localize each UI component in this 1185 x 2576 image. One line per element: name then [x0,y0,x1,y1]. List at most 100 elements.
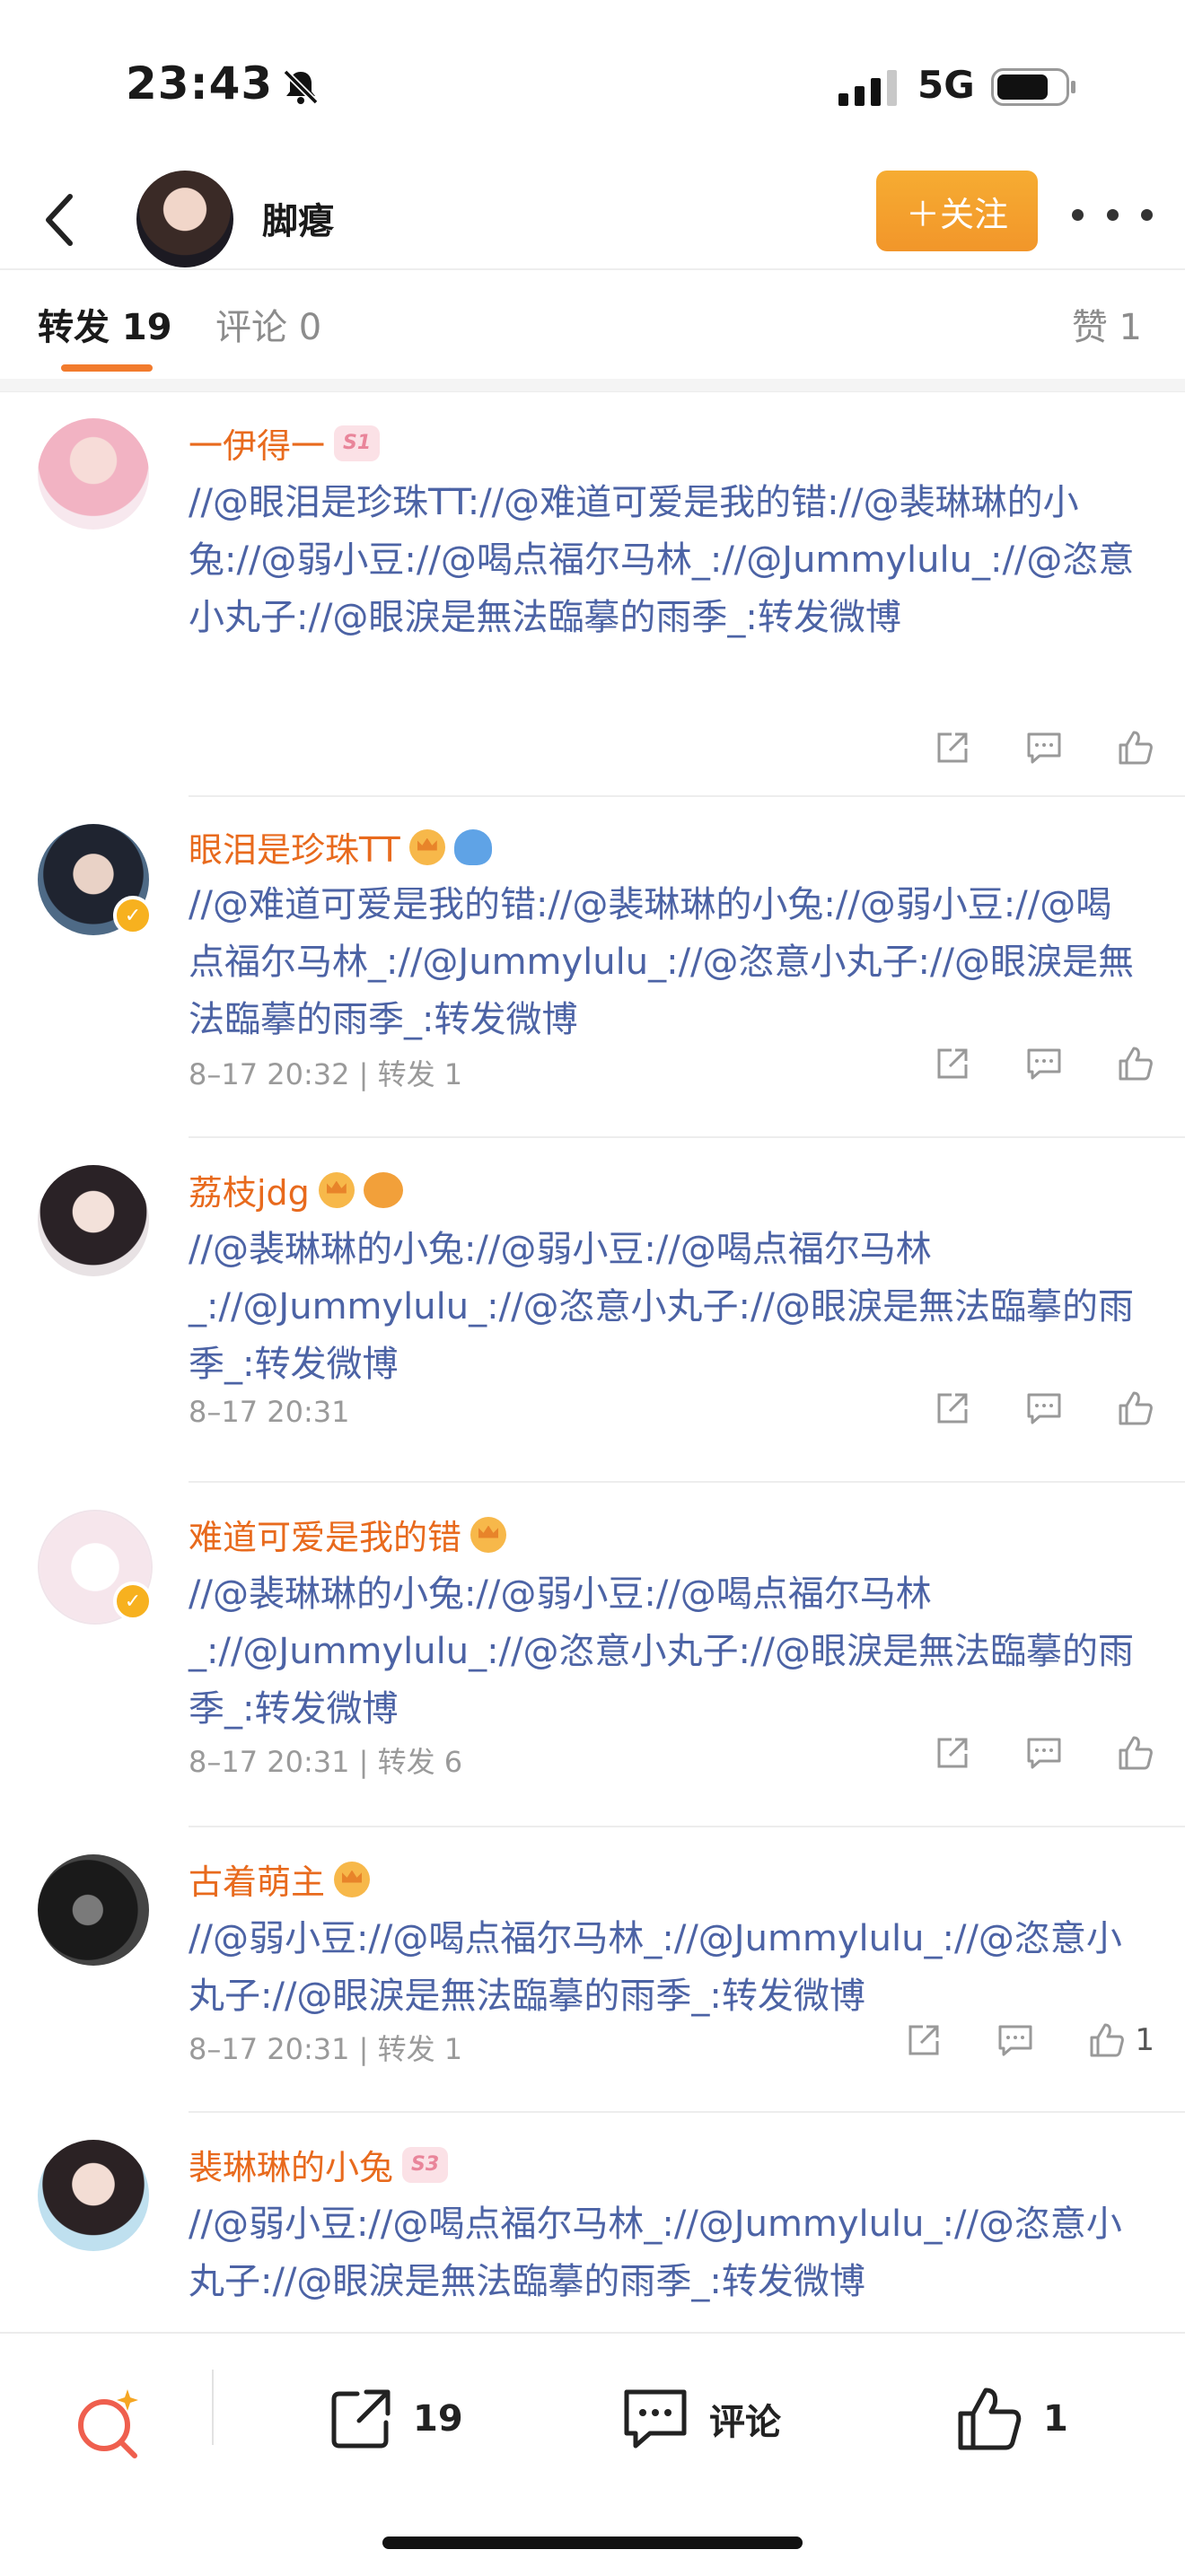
username-row: 古着萌主 [189,1854,371,1904]
tab-comments[interactable]: 评论 0 [215,298,321,350]
like-button[interactable]: 1 [953,2379,1068,2459]
tab-bar: 转发 19 评论 0 赞 1 [0,271,1185,379]
repost-content[interactable]: //@裴琳琳的小兔://@弱小豆://@喝点福尔马林_://@Jummylulu… [189,1221,1140,1393]
search-icon[interactable] [70,2386,147,2463]
thumbs-up-icon [1090,2023,1125,2057]
avatar[interactable] [38,2140,149,2251]
repost-text: //@难道可爱是我的错://@裴琳琳的小兔://@弱小豆://@喝点福尔马林_:… [189,884,1134,1040]
comment-button[interactable] [996,2021,1034,2059]
divider [0,268,1185,270]
crown-icon [318,1171,355,1208]
crown-icon [334,1861,371,1897]
username[interactable]: 眼泪是珍珠TT [189,822,400,872]
username[interactable]: 古着萌主 [189,1854,325,1904]
like-button[interactable] [1117,729,1154,767]
battery-icon [991,68,1075,106]
fish-icon [363,1171,403,1208]
status-time: 23:43 [126,57,274,110]
membership-badge-icon: S3 [402,2146,449,2183]
back-button[interactable] [23,180,95,260]
share-button[interactable] [934,1389,971,1427]
action-row [934,1045,1154,1082]
post-meta: 8–17 20:31 [189,1395,350,1429]
thumbs-up-icon [1119,1391,1153,1425]
share-button[interactable] [934,1045,971,1082]
thumbs-up-icon [1119,731,1153,765]
repost-content[interactable]: //@裴琳琳的小兔://@弱小豆://@喝点福尔马林_://@Jummylulu… [189,1565,1140,1738]
repost-content[interactable]: //@弱小豆://@喝点福尔马林_://@Jummylulu_://@恣意小丸子… [189,2195,1140,2310]
action-row [934,1734,1154,1772]
user-name[interactable]: 脚瘪 [262,192,334,244]
username[interactable]: 一伊得一 [189,418,325,468]
action-row [934,729,1154,767]
repost-button[interactable]: 19 [327,2379,463,2459]
dot [1106,208,1119,221]
avatar[interactable] [38,418,149,530]
tab-likes[interactable]: 赞 1 [1072,298,1142,350]
divider [189,2111,1185,2113]
share-icon [937,1738,968,1768]
bell-off-icon [283,69,319,105]
like-count: 1 [1043,2398,1068,2440]
more-options-button[interactable] [1072,192,1153,237]
section-divider [0,379,1185,392]
comment-button[interactable]: 评论 [619,2379,781,2459]
comment-icon [1027,1048,1061,1080]
divider [189,1136,1185,1138]
repost-content[interactable]: //@难道可爱是我的错://@裴琳琳的小兔://@弱小豆://@喝点福尔马林_:… [189,876,1140,1048]
post-meta: 8–17 20:31 | 转发 1 [189,2032,463,2066]
repost-text: //@眼泪是珍珠TT://@难道可爱是我的错://@裴琳琳的小兔://@弱小豆:… [189,482,1135,638]
comment-button[interactable] [1025,1389,1063,1427]
home-indicator [382,2537,803,2549]
repost-content[interactable]: //@眼泪是珍珠TT://@难道可爱是我的错://@裴琳琳的小兔://@弱小豆:… [189,474,1140,646]
username[interactable]: 难道可爱是我的错 [189,1510,461,1559]
shark-icon [453,828,492,865]
crown-icon [408,828,445,865]
username[interactable]: 裴琳琳的小兔 [189,2140,393,2189]
like-button[interactable] [1117,1389,1154,1427]
divider [189,1826,1185,1827]
username-row: 裴琳琳的小兔 S3 [189,2140,449,2189]
repost-text: //@裴琳琳的小兔://@弱小豆://@喝点福尔马林_://@Jummylulu… [189,1573,1134,1730]
repost-content[interactable]: //@弱小豆://@喝点福尔马林_://@Jummylulu_://@恣意小丸子… [189,1910,1140,2025]
avatar[interactable] [38,1854,149,1966]
like-button[interactable] [1117,1045,1154,1082]
username[interactable]: 荔枝jdg [189,1165,310,1214]
share-button[interactable] [934,1734,971,1772]
repost-text: //@裴琳琳的小兔://@弱小豆://@喝点福尔马林_://@Jummylulu… [189,1229,1134,1385]
share-button[interactable] [934,729,971,767]
share-button[interactable] [905,2021,943,2059]
thumbs-up-icon [958,2388,1022,2450]
avatar[interactable] [38,1165,149,1276]
share-icon [908,2025,939,2055]
username-row: 一伊得一 S1 [189,418,381,468]
verified-icon: ✓ [113,1582,153,1621]
divider [189,1481,1185,1483]
repost-list[interactable]: 一伊得一 S1 //@眼泪是珍珠TT://@难道可爱是我的错://@裴琳琳的小兔… [0,391,1185,2334]
crown-icon [470,1516,507,1553]
post-meta: 8–17 20:32 | 转发 1 [189,1057,463,1091]
like-button[interactable] [1117,1734,1154,1772]
comment-icon [1027,1738,1061,1769]
action-row: 1 [905,2021,1154,2059]
like-count: 1 [1135,2022,1154,2058]
comment-label: 评论 [709,2402,781,2443]
comment-button[interactable] [1025,1734,1063,1772]
username-row: 难道可爱是我的错 [189,1510,507,1559]
share-icon [937,1048,968,1079]
comment-button[interactable] [1025,1045,1063,1082]
like-button[interactable]: 1 [1088,2021,1154,2059]
divider [212,2370,214,2445]
username-row: 荔枝jdg [189,1165,403,1214]
membership-badge-icon: S1 [334,425,381,461]
dot [1072,208,1084,221]
tab-reposts[interactable]: 转发 19 [38,298,172,350]
follow-button[interactable]: ＋关注 [876,171,1038,251]
chevron-left-icon [46,194,73,246]
avatar[interactable] [136,171,233,267]
cellular-signal-icon [838,70,897,106]
active-tab-indicator [61,364,153,372]
network-type: 5G [917,63,975,107]
bottom-action-bar: 19 评论 1 [0,2332,1185,2576]
comment-button[interactable] [1025,729,1063,767]
